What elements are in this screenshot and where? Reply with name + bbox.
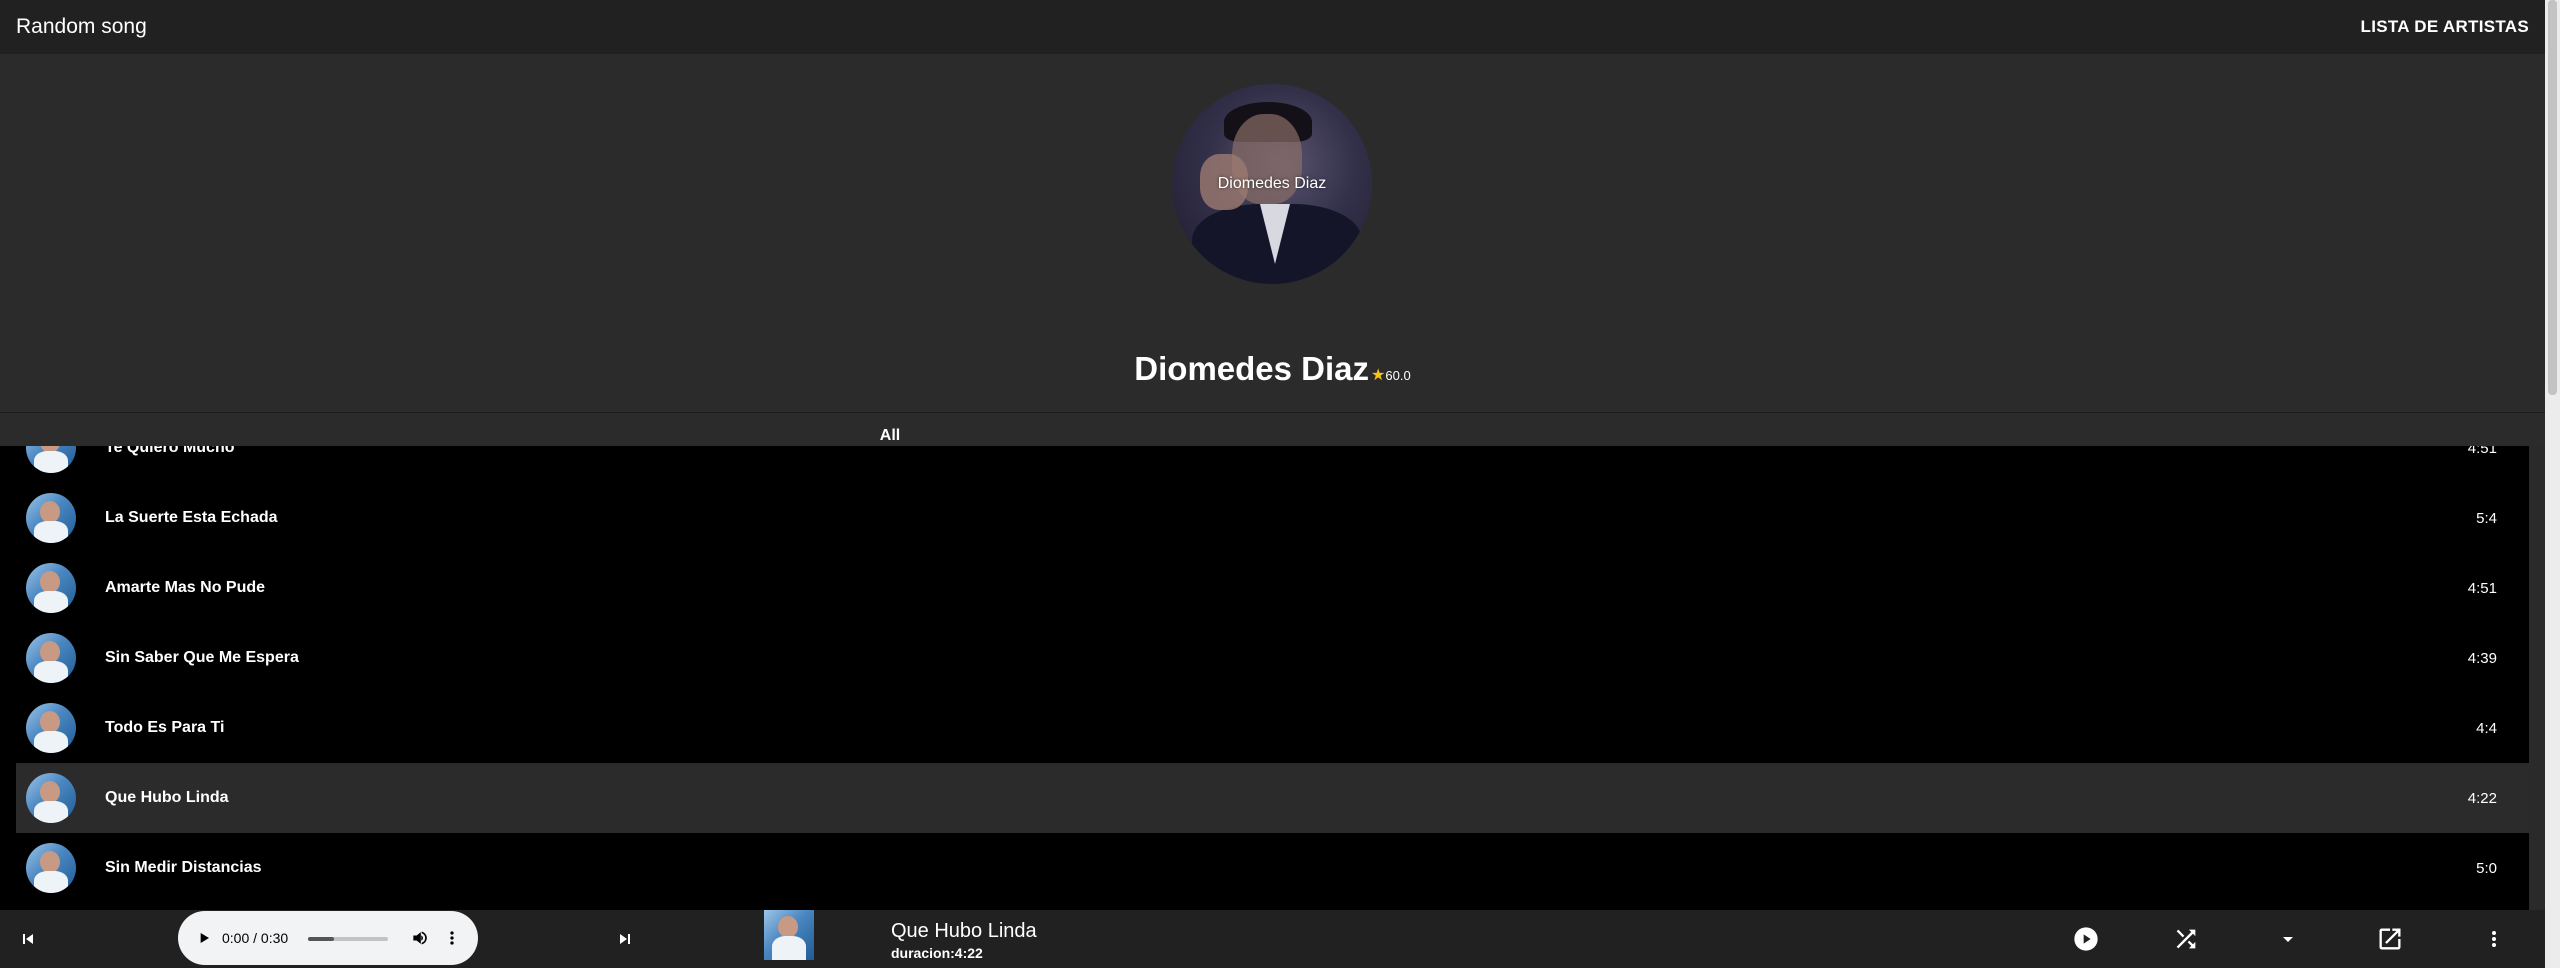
artist-avatar-caption: Diomedes Diaz (1217, 175, 1327, 192)
more-vert-icon[interactable] (2482, 927, 2506, 951)
song-title: Que Hubo Linda (105, 789, 229, 806)
play-circle-icon[interactable] (2072, 925, 2100, 953)
page-scrollbar-thumb[interactable] (2548, 0, 2557, 395)
song-row[interactable]: Amarte Mas No Pude 4:51 (16, 553, 2529, 623)
volume-icon[interactable] (408, 926, 432, 950)
artist-list-button[interactable]: LISTA DE ARTISTAS (2361, 17, 2529, 37)
app-bar: Random song LISTA DE ARTISTAS (0, 0, 2545, 54)
star-icon: ★ (1371, 367, 1386, 384)
song-title: Sin Saber Que Me Espera (105, 649, 299, 666)
artist-rating: 60.0 (1385, 368, 1411, 383)
song-title: Sin Medir Distancias (105, 859, 262, 876)
shuffle-icon[interactable] (2172, 925, 2200, 953)
song-thumbnail (26, 703, 76, 753)
song-list: Te Quiero Mucho 4:51 La Suerte Esta Echa… (16, 413, 2529, 903)
arrow-drop-down-icon[interactable] (2276, 927, 2300, 951)
app-title: Random song (16, 15, 147, 38)
song-row[interactable]: Todo Es Para Ti 4:4 (16, 693, 2529, 763)
artist-title-row: Diomedes Diaz ★ 60.0 (0, 350, 2545, 388)
artist-header: Diomedes Diaz Diomedes Diaz ★ 60.0 (0, 54, 2545, 412)
now-playing-thumbnail (764, 910, 814, 960)
tab-bar: All (0, 412, 2545, 446)
song-duration: 4:22 (2467, 789, 2497, 807)
tab-all[interactable]: All (0, 427, 1780, 445)
play-icon[interactable] (192, 926, 216, 950)
song-duration: 4:39 (2467, 649, 2497, 667)
song-row[interactable]: La Suerte Esta Echada 5:4 (16, 483, 2529, 553)
song-duration: 5:4 (2476, 509, 2497, 527)
list-scrollbar[interactable] (2529, 446, 2545, 910)
song-row[interactable]: Sin Saber Que Me Espera 4:39 (16, 623, 2529, 693)
artist-avatar: Diomedes Diaz (1172, 84, 1372, 284)
song-thumbnail (26, 563, 76, 613)
song-duration: 5:0 (2476, 859, 2497, 877)
song-title: La Suerte Esta Echada (105, 509, 278, 526)
audio-player: 0:00 / 0:30 (178, 911, 478, 965)
song-title: Amarte Mas No Pude (105, 579, 266, 596)
now-playing-duration: duracion:4:22 (891, 945, 983, 961)
song-thumbnail (26, 773, 76, 823)
more-vert-icon[interactable] (440, 926, 464, 950)
artist-name: Diomedes Diaz (1134, 350, 1370, 387)
song-title: Todo Es Para Ti (105, 719, 225, 736)
open-in-new-icon[interactable] (2376, 925, 2404, 953)
song-thumbnail (26, 493, 76, 543)
skip-previous-icon[interactable] (16, 927, 40, 951)
player-bar: 0:00 / 0:30 Que Hubo Linda duracion:4:22 (0, 910, 2545, 968)
audio-progress[interactable] (308, 937, 388, 941)
song-duration: 4:51 (2467, 579, 2497, 597)
audio-time: 0:00 / 0:30 (222, 930, 289, 946)
song-row-selected[interactable]: Que Hubo Linda 4:22 (16, 763, 2529, 833)
song-duration: 4:4 (2476, 719, 2497, 737)
skip-next-icon[interactable] (613, 927, 637, 951)
song-thumbnail (26, 843, 76, 893)
song-row[interactable]: Sin Medir Distancias 5:0 (16, 833, 2529, 903)
now-playing-title: Que Hubo Linda (891, 920, 1037, 942)
song-thumbnail (26, 633, 76, 683)
